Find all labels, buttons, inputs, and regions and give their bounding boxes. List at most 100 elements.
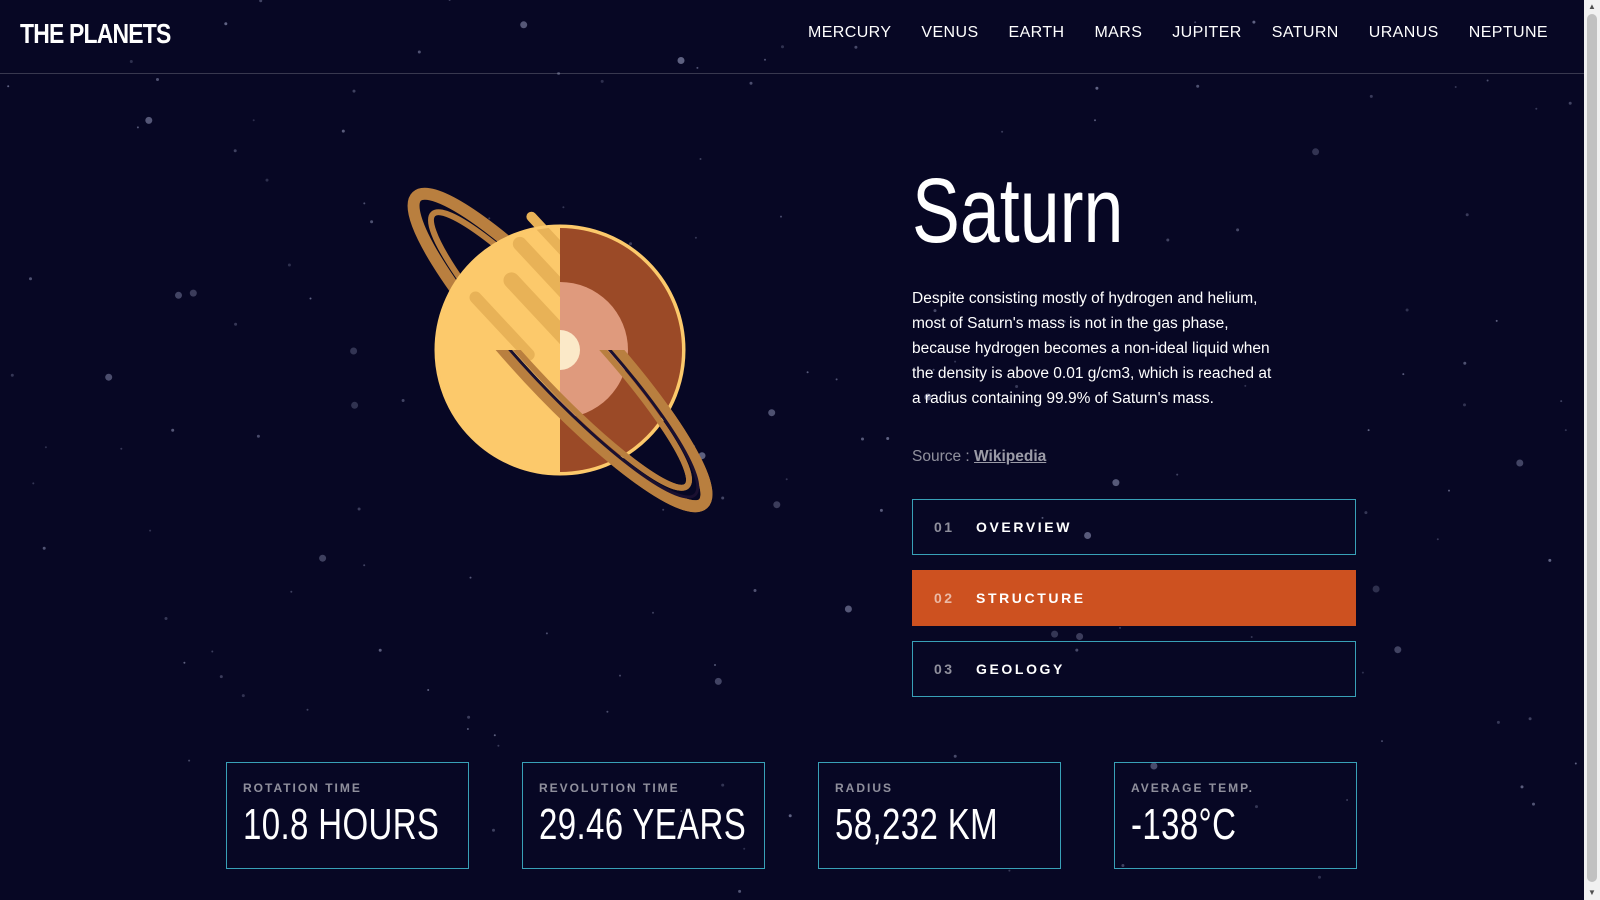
nav-link-uranus[interactable]: URANUS xyxy=(1369,24,1439,42)
star xyxy=(164,617,168,620)
tab-overview[interactable]: 01 OVERVIEW xyxy=(912,499,1356,555)
scroll-down-arrow-icon[interactable]: ▼ xyxy=(1584,886,1600,900)
star xyxy=(1463,403,1466,407)
star xyxy=(427,689,430,691)
star xyxy=(363,564,366,567)
star xyxy=(149,529,152,532)
star xyxy=(492,828,495,832)
stat-radius: RADIUS 58,232 KM xyxy=(818,762,1061,869)
star xyxy=(493,734,496,737)
star xyxy=(1095,86,1099,90)
page-scrollbar[interactable]: ▲ ▼ xyxy=(1584,0,1600,900)
star xyxy=(120,447,123,450)
star xyxy=(785,478,788,481)
stat-label: AVERAGE TEMP. xyxy=(1131,781,1254,795)
nav-link-neptune[interactable]: NEPTUNE xyxy=(1469,24,1548,42)
nav-link-mercury[interactable]: MERCURY xyxy=(808,24,891,42)
star xyxy=(1236,228,1240,232)
star xyxy=(714,664,716,666)
stat-value: -138°C xyxy=(1131,800,1237,849)
star xyxy=(32,482,35,485)
star xyxy=(497,744,500,747)
star xyxy=(319,554,327,562)
star xyxy=(768,409,776,417)
star xyxy=(156,78,159,81)
star xyxy=(699,158,702,160)
tab-label: STRUCTURE xyxy=(976,590,1086,606)
star xyxy=(738,889,742,893)
star xyxy=(1364,511,1368,515)
stat-value: 29.46 YEARS xyxy=(539,800,747,849)
tab-label: OVERVIEW xyxy=(976,519,1073,535)
planet-illustration xyxy=(378,180,738,540)
star xyxy=(211,650,214,653)
star xyxy=(844,605,852,613)
star xyxy=(175,291,182,299)
nav-link-venus[interactable]: VENUS xyxy=(921,24,978,42)
star xyxy=(287,263,291,267)
star xyxy=(1402,373,1405,376)
tab-structure[interactable]: 02 STRUCTURE xyxy=(912,570,1356,626)
tab-geology[interactable]: 03 GEOLOGY xyxy=(912,641,1356,697)
star xyxy=(341,129,345,133)
planet-title: Saturn xyxy=(912,160,1124,262)
wikipedia-link[interactable]: Wikipedia xyxy=(974,448,1046,465)
stat-rotation-time: ROTATION TIME 10.8 HOURS xyxy=(226,762,469,869)
star xyxy=(1372,585,1380,593)
star xyxy=(652,611,654,614)
star xyxy=(1548,558,1552,562)
star xyxy=(306,708,309,711)
source-prefix: Source : xyxy=(912,448,975,465)
star xyxy=(1436,538,1439,541)
star xyxy=(1448,489,1450,492)
star xyxy=(1312,148,1320,156)
nav-link-saturn[interactable]: SATURN xyxy=(1272,24,1339,42)
star xyxy=(1495,319,1498,322)
star xyxy=(1076,633,1084,640)
star xyxy=(1008,869,1011,872)
site-header: THE PLANETS MERCURY VENUS EARTH MARS JUP… xyxy=(0,0,1584,74)
star xyxy=(619,674,621,677)
star xyxy=(1119,626,1121,629)
stat-average-temp: AVERAGE TEMP. -138°C xyxy=(1114,762,1357,869)
star xyxy=(788,814,792,818)
nav-link-jupiter[interactable]: JUPITER xyxy=(1172,24,1241,42)
star xyxy=(1520,785,1524,789)
star xyxy=(1532,802,1535,806)
star xyxy=(545,632,548,635)
star xyxy=(1381,740,1383,743)
star xyxy=(351,401,359,409)
star xyxy=(1196,84,1200,88)
star xyxy=(953,754,957,758)
star xyxy=(29,277,32,281)
nav-link-earth[interactable]: EARTH xyxy=(1009,24,1065,42)
star xyxy=(1465,213,1469,217)
scrollbar-thumb[interactable] xyxy=(1587,14,1597,882)
star xyxy=(1528,717,1532,721)
star xyxy=(1001,130,1004,133)
star xyxy=(753,589,757,592)
star xyxy=(1560,400,1563,403)
star xyxy=(1454,86,1457,88)
star xyxy=(1535,107,1538,110)
star xyxy=(188,759,191,762)
tab-label: GEOLOGY xyxy=(976,661,1065,677)
stat-value: 10.8 HOURS xyxy=(243,800,440,849)
scroll-up-arrow-icon[interactable]: ▲ xyxy=(1584,0,1600,14)
star xyxy=(145,116,153,124)
star xyxy=(1405,308,1409,312)
star xyxy=(879,508,883,512)
star xyxy=(1051,630,1059,638)
star xyxy=(806,371,809,374)
star xyxy=(370,220,374,224)
star xyxy=(350,347,358,355)
star xyxy=(378,648,382,652)
tab-number: 02 xyxy=(934,590,955,606)
star xyxy=(600,79,604,83)
star xyxy=(467,715,471,719)
star xyxy=(363,202,366,205)
star xyxy=(1250,636,1253,638)
stat-label: ROTATION TIME xyxy=(243,781,362,795)
nav-link-mars[interactable]: MARS xyxy=(1094,24,1142,42)
site-logo[interactable]: THE PLANETS xyxy=(20,18,171,50)
